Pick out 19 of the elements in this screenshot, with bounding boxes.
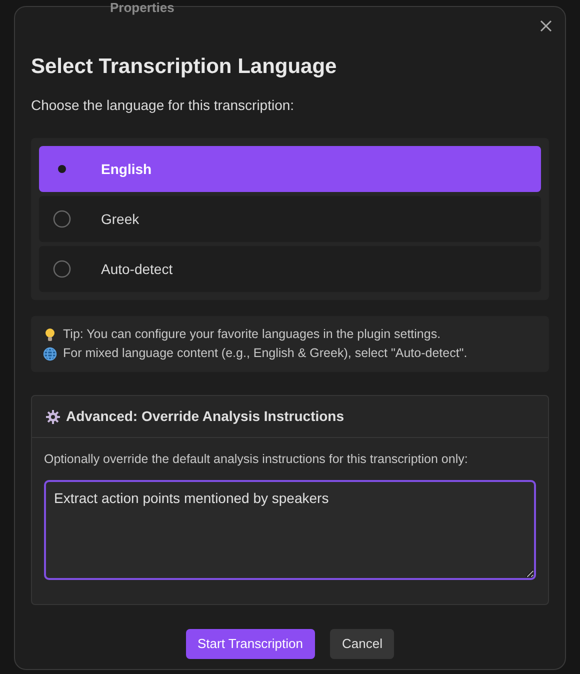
instructions-input[interactable]: Extract action points mentioned by speakers [44,480,536,580]
language-option[interactable]: Auto-detect [39,246,541,292]
gear-icon [46,410,60,424]
advanced-title[interactable]: Advanced: Override Analysis Instructions [66,406,344,427]
language-option[interactable]: English [39,146,541,192]
advanced-description: Optionally override the default analysis instructions for this transcription only: [44,451,469,468]
lightbulb-icon [44,328,56,342]
close-icon[interactable] [539,19,553,33]
dialog-subtitle: Choose the language for this transcription: [31,96,296,115]
radio-icon [53,260,71,278]
radio-icon [53,210,71,228]
tip-text: Tip: You can configure your favorite languages in the plugin settings. [63,326,441,344]
page-heading: Properties [110,0,174,15]
cancel-button[interactable]: Cancel [330,628,394,659]
start-button[interactable]: Start Transcription [186,628,316,659]
language-option[interactable]: Greek [39,196,541,242]
dialog-title: Select Transcription Language [31,54,338,80]
globe-icon [43,346,57,360]
tip-text: For mixed language content (e.g., English & Greek), select "Auto-detect". [63,345,468,362]
